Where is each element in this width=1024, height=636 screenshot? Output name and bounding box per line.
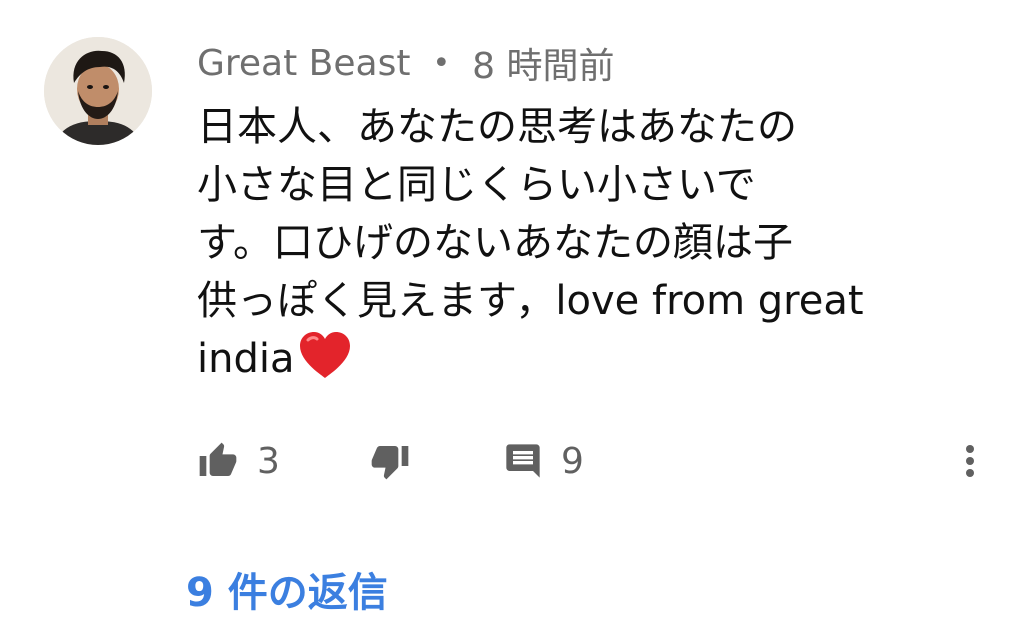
thumbs-down-icon: [369, 441, 411, 481]
reply-count: 9: [561, 440, 584, 482]
comment-text: 日本人、あなたの思考はあなたの 小さな目と同じくらい小さいで す。口ひげのないあ…: [197, 98, 997, 396]
comment-line: india: [197, 336, 295, 382]
author-name[interactable]: Great Beast: [197, 43, 410, 84]
reply-button[interactable]: 9: [503, 432, 584, 490]
avatar[interactable]: [44, 37, 152, 145]
comment-actions: 3 9: [197, 432, 987, 490]
comment-line: 小さな目と同じくらい小さいで: [197, 162, 756, 208]
thumbs-up-icon: [197, 441, 239, 481]
like-count: 3: [257, 440, 280, 482]
separator-dot: •: [432, 45, 451, 81]
comment-line: す。口ひげのないあなたの顔は子: [197, 220, 793, 266]
comment-line: 供っぽく見えます，love from great: [197, 278, 864, 324]
like-button[interactable]: 3: [197, 432, 280, 490]
avatar-image: [44, 37, 152, 145]
comment-header: Great Beast • 8 時間前: [197, 40, 615, 88]
view-replies-link[interactable]: 9 件の返信: [186, 560, 388, 618]
dislike-button[interactable]: [369, 432, 411, 490]
more-vertical-icon: [963, 441, 977, 481]
comment-icon: [503, 441, 543, 481]
heart-emoji-icon: [296, 330, 354, 396]
comment-line-last: india: [197, 330, 997, 396]
more-options-button[interactable]: [963, 432, 977, 490]
comment-timestamp: 8 時間前: [472, 46, 615, 87]
comment-line: 日本人、あなたの思考はあなたの: [197, 104, 797, 150]
